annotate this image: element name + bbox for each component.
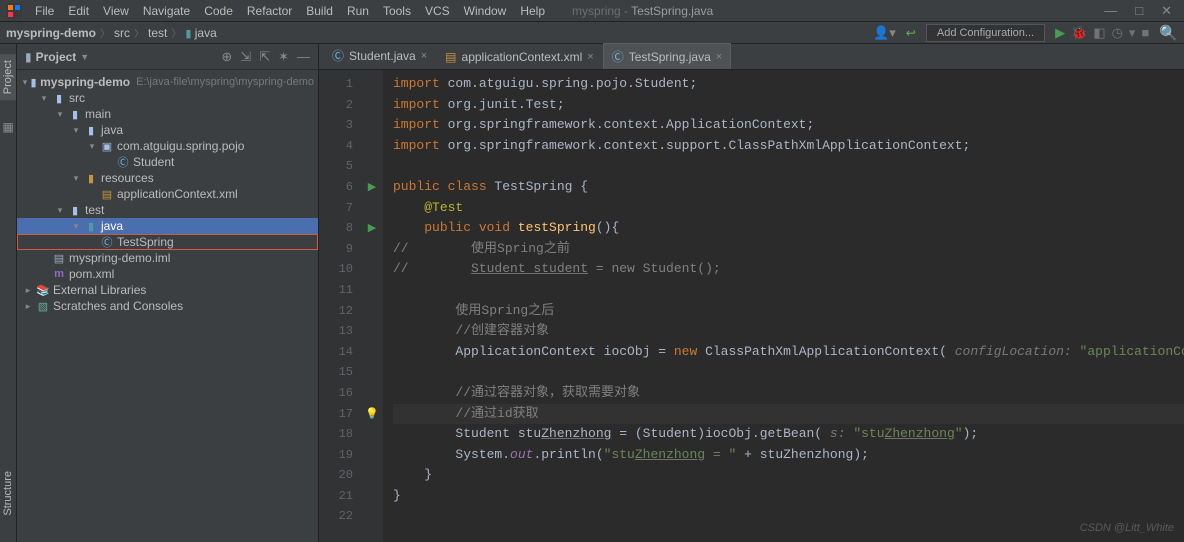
breadcrumb: myspring-demo〉 src〉 test〉 ▮ java <box>6 25 217 40</box>
project-tool-tab[interactable]: Project <box>0 54 16 100</box>
project-panel-header: ▮ Project ▼ ⊕ ⇲ ⇱ ✶ — <box>17 44 318 70</box>
class-icon: Ⓒ <box>612 48 624 65</box>
editor-area: ⒸStudent.java× ▤applicationContext.xml× … <box>319 44 1184 542</box>
menu-edit[interactable]: Edit <box>61 4 96 18</box>
tree-file-appcontext[interactable]: ▤applicationContext.xml <box>17 186 318 202</box>
editor-body[interactable]: 12345678910111213141516171819202122 ▶ ▶ … <box>319 70 1184 542</box>
menu-run[interactable]: Run <box>340 4 376 18</box>
hide-icon[interactable]: — <box>297 49 310 65</box>
tree-folder[interactable]: ▾▮src <box>17 90 318 106</box>
watermark: CSDN @Litt_White <box>1080 522 1174 534</box>
stop-icon[interactable]: ■ <box>1141 25 1149 40</box>
menu-window[interactable]: Window <box>457 4 514 18</box>
gutter-icons: ▶ ▶ 💡 <box>361 70 383 542</box>
breadcrumb-item[interactable]: src <box>114 26 130 40</box>
breadcrumb-item[interactable]: ▮ java <box>185 26 216 40</box>
menu-refactor[interactable]: Refactor <box>240 4 299 18</box>
attach-icon[interactable]: ▾ <box>1129 25 1136 41</box>
back-arrow-icon[interactable]: ↩ <box>906 26 916 40</box>
run-gutter-icon[interactable]: ▶ <box>361 177 383 198</box>
tree-external-libs[interactable]: ▸📚External Libraries <box>17 282 318 298</box>
menu-vcs[interactable]: VCS <box>418 4 457 18</box>
search-icon[interactable]: 🔍 <box>1159 24 1178 42</box>
breadcrumb-item[interactable]: test <box>148 26 167 40</box>
project-view-icon: ▮ <box>25 50 32 64</box>
expand-icon[interactable]: ⇲ <box>240 49 251 65</box>
close-tab-icon[interactable]: × <box>716 51 722 63</box>
tree-folder-java-test[interactable]: ▾▮java <box>17 218 318 234</box>
close-icon[interactable]: ✕ <box>1161 3 1172 19</box>
menu-file[interactable]: File <box>28 4 61 18</box>
tree-folder[interactable]: ▾▮main <box>17 106 318 122</box>
tree-root[interactable]: ▾▮myspring-demoE:\java-file\myspring\mys… <box>17 74 318 90</box>
code-editor[interactable]: ✓4︿ import com.atguigu.spring.pojo.Stude… <box>383 70 1184 542</box>
menu-help[interactable]: Help <box>513 4 552 18</box>
menu-build[interactable]: Build <box>299 4 340 18</box>
project-panel: ▮ Project ▼ ⊕ ⇲ ⇱ ✶ — ▾▮myspring-demoE:\… <box>17 44 319 542</box>
tree-scratches[interactable]: ▸▧Scratches and Consoles <box>17 298 318 314</box>
locate-icon[interactable]: ⊕ <box>221 49 232 65</box>
tree-folder[interactable]: ▾▮java <box>17 122 318 138</box>
tree-file-iml[interactable]: ▤myspring-demo.iml <box>17 250 318 266</box>
structure-tool-tab[interactable]: Structure <box>0 465 16 522</box>
structure-icon[interactable]: ▦ <box>2 120 13 134</box>
app-logo-icon <box>6 3 22 19</box>
tree-folder[interactable]: ▾▮test <box>17 202 318 218</box>
close-tab-icon[interactable]: × <box>421 50 427 62</box>
user-icon[interactable]: 👤▾ <box>873 25 896 41</box>
nav-bar: myspring-demo〉 src〉 test〉 ▮ java 👤▾ ↩ Ad… <box>0 22 1184 44</box>
run-gutter-icon[interactable]: ▶ <box>361 218 383 239</box>
breadcrumb-item[interactable]: myspring-demo <box>6 26 96 40</box>
minimize-icon[interactable]: — <box>1104 3 1117 19</box>
close-tab-icon[interactable]: × <box>587 51 593 63</box>
profile-icon[interactable]: ◷ <box>1112 25 1123 41</box>
settings-icon[interactable]: ✶ <box>278 49 289 65</box>
tree-class-testspring[interactable]: ⒸTestSpring <box>17 234 318 250</box>
run-icon[interactable]: ▶ <box>1055 25 1065 41</box>
debug-icon[interactable]: 🐞 <box>1071 25 1087 41</box>
menu-view[interactable]: View <box>96 4 136 18</box>
window-controls: — □ ✕ <box>1104 3 1178 19</box>
collapse-icon[interactable]: ⇱ <box>259 49 270 65</box>
left-tool-strip: Project ▦ Structure <box>0 44 17 542</box>
menu-code[interactable]: Code <box>197 4 240 18</box>
coverage-icon[interactable]: ◧ <box>1093 25 1105 41</box>
tree-folder[interactable]: ▾▮resources <box>17 170 318 186</box>
tree-package[interactable]: ▾▣com.atguigu.spring.pojo <box>17 138 318 154</box>
tab-student[interactable]: ⒸStudent.java× <box>323 42 436 69</box>
tab-testspring[interactable]: ⒸTestSpring.java× <box>603 43 732 69</box>
line-number-gutter: 12345678910111213141516171819202122 <box>319 70 361 542</box>
editor-tabbar: ⒸStudent.java× ▤applicationContext.xml× … <box>319 44 1184 70</box>
maximize-icon[interactable]: □ <box>1135 3 1143 19</box>
project-tree[interactable]: ▾▮myspring-demoE:\java-file\myspring\mys… <box>17 70 318 542</box>
project-panel-title[interactable]: Project <box>36 50 77 64</box>
menu-navigate[interactable]: Navigate <box>136 4 197 18</box>
bulb-icon[interactable]: 💡 <box>361 404 383 425</box>
tree-file-pom[interactable]: mpom.xml <box>17 266 318 282</box>
xml-icon: ▤ <box>445 50 456 64</box>
tab-appcontext[interactable]: ▤applicationContext.xml× <box>436 45 603 69</box>
menu-bar: File Edit View Navigate Code Refactor Bu… <box>0 0 1184 22</box>
window-title: myspring - TestSpring.java <box>572 4 713 18</box>
run-config-dropdown[interactable]: Add Configuration... <box>926 24 1045 42</box>
tree-class-student[interactable]: ⒸStudent <box>17 154 318 170</box>
menu-tools[interactable]: Tools <box>376 4 418 18</box>
class-icon: Ⓒ <box>332 47 344 64</box>
